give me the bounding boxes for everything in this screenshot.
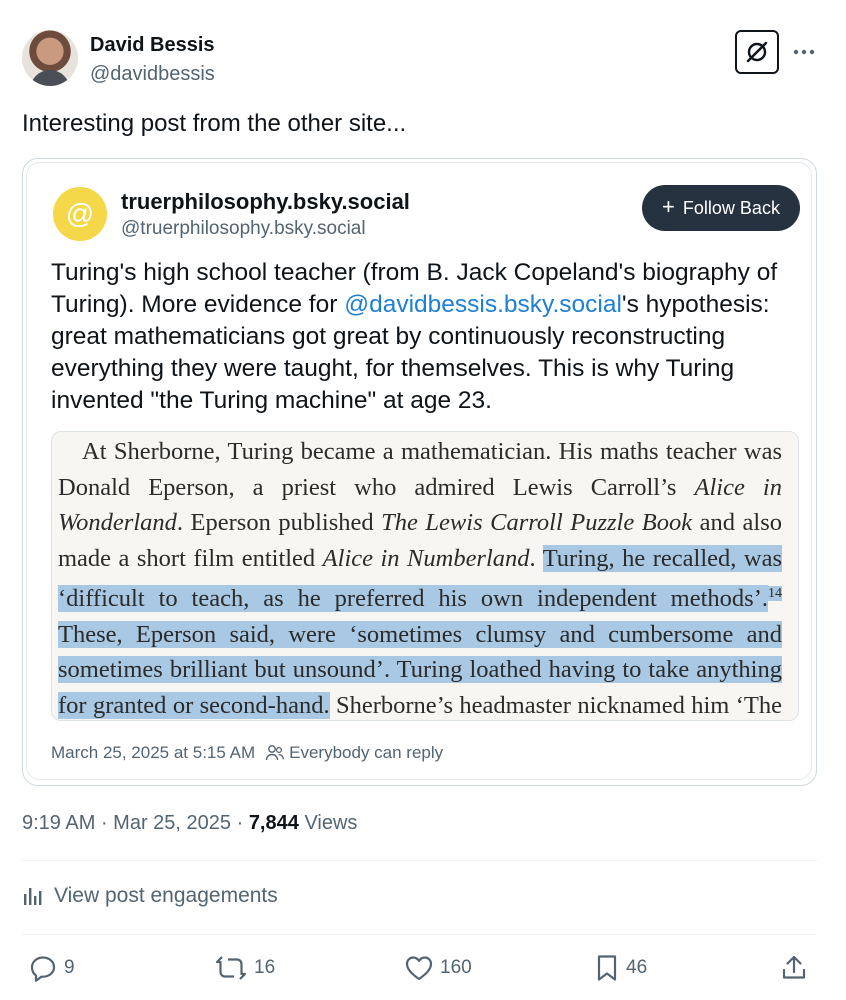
bsky-meta: March 25, 2025 at 5:15 AM Everybody can … [51, 743, 443, 763]
views-count: 7,844 [248, 812, 299, 834]
post-time[interactable]: 9:19 AM [22, 812, 95, 834]
follow-back-button[interactable]: + Follow Back [642, 185, 800, 231]
bookmark-count: 46 [626, 957, 648, 978]
analytics-icon [24, 888, 42, 905]
author-name[interactable]: David Bessis [90, 34, 215, 57]
bsky-display-name[interactable]: truerphilosophy.bsky.social [121, 189, 410, 215]
reply-setting: Everybody can reply [265, 743, 443, 763]
plus-icon: + [662, 194, 675, 219]
reply-icon [30, 956, 56, 982]
view-engagements-link[interactable]: View post engagements [22, 884, 278, 908]
bluesky-embed[interactable]: @ truerphilosophy.bsky.social @truerphil… [26, 162, 812, 780]
author-handle[interactable]: @davidbessis [90, 63, 215, 86]
bookmark-icon [597, 955, 617, 981]
share-icon [782, 955, 806, 979]
follow-back-label: Follow Back [682, 197, 780, 218]
bookmark-button[interactable]: 46 [594, 950, 647, 986]
bsky-handle[interactable]: @truerphilosophy.bsky.social [121, 218, 366, 240]
bsky-post-text: Turing's high school teacher (from B. Ja… [51, 257, 801, 417]
more-options-button[interactable] [790, 38, 818, 66]
like-button[interactable]: 160 [404, 950, 472, 986]
post-date[interactable]: Mar 25, 2025 [113, 812, 231, 834]
reply-count: 9 [64, 957, 75, 978]
excerpt-italic-3: Alice in Numberland [322, 544, 530, 572]
mention-link[interactable]: @davidbessis.bsky.social [344, 291, 622, 318]
repost-icon [215, 956, 247, 980]
author-avatar[interactable] [22, 30, 78, 86]
embed-divider [51, 779, 799, 780]
more-icon [793, 49, 815, 55]
people-icon [265, 745, 285, 761]
action-bar: 9 16 160 46 [22, 950, 817, 986]
repost-count: 16 [254, 957, 276, 978]
quoted-card[interactable]: @ truerphilosophy.bsky.social @truerphil… [22, 158, 817, 786]
view-engagements-label: View post engagements [54, 884, 278, 907]
repost-button[interactable]: 16 [214, 950, 275, 986]
book-excerpt-text: At Sherborne, Turing became a mathematic… [58, 434, 782, 720]
divider [22, 934, 817, 935]
grok-button[interactable] [735, 30, 779, 74]
book-excerpt-image[interactable]: At Sherborne, Turing became a mathematic… [51, 431, 799, 721]
grok-icon [746, 41, 768, 63]
excerpt-part-2: . Eperson published [176, 509, 382, 536]
excerpt-footnote: 14 [768, 586, 782, 601]
excerpt-part-4: . [529, 544, 543, 572]
reply-button[interactable]: 9 [28, 950, 75, 986]
heart-icon [405, 956, 433, 981]
post-header: David Bessis @davidbessis [22, 30, 822, 90]
excerpt-part-1: At Sherborne, Turing became a mathematic… [58, 438, 782, 501]
share-button[interactable] [780, 950, 808, 986]
like-count: 160 [440, 957, 472, 978]
bsky-timestamp[interactable]: March 25, 2025 at 5:15 AM [51, 743, 255, 763]
excerpt-italic-2: The Lewis Carroll Puzzle Book [381, 509, 693, 536]
reply-setting-label: Everybody can reply [289, 743, 444, 762]
views-label: Views [304, 812, 358, 834]
post-meta: 9:19 AM · Mar 25, 2025 · 7,844 Views [22, 812, 358, 834]
bsky-avatar[interactable]: @ [53, 187, 107, 241]
divider [22, 860, 817, 861]
post-text: Interesting post from the other site... [22, 110, 407, 137]
